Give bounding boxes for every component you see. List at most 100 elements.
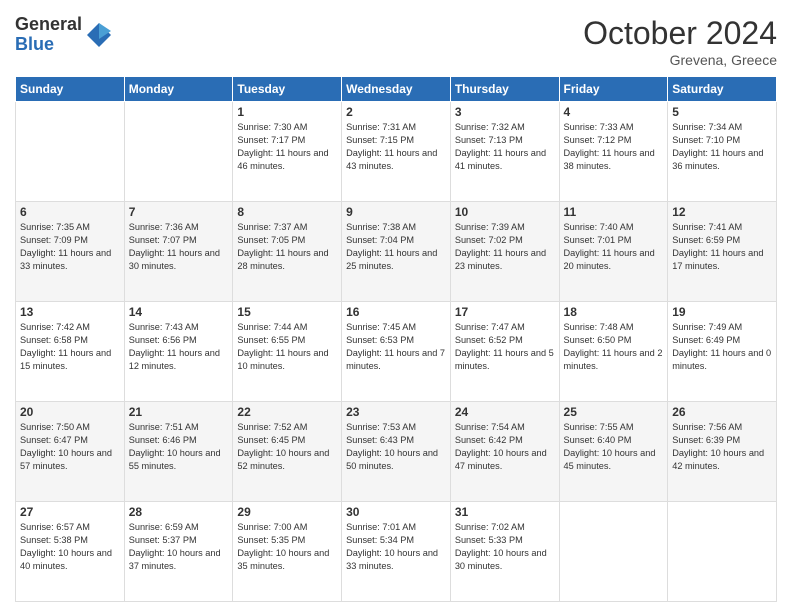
day-number: 25 xyxy=(564,405,664,419)
daylight-text: Daylight: 10 hours and 30 minutes. xyxy=(455,548,547,571)
daylight-text: Daylight: 10 hours and 55 minutes. xyxy=(129,448,221,471)
calendar-week-row: 6 Sunrise: 7:35 AM Sunset: 7:09 PM Dayli… xyxy=(16,202,777,302)
day-number: 22 xyxy=(237,405,337,419)
day-info: Sunrise: 7:49 AM Sunset: 6:49 PM Dayligh… xyxy=(672,321,772,373)
daylight-text: Daylight: 11 hours and 28 minutes. xyxy=(237,248,328,271)
daylight-text: Daylight: 11 hours and 38 minutes. xyxy=(564,148,655,171)
weekday-header: Thursday xyxy=(450,77,559,102)
day-info: Sunrise: 6:57 AM Sunset: 5:38 PM Dayligh… xyxy=(20,521,120,573)
sunset-text: Sunset: 7:13 PM xyxy=(455,135,523,145)
sunrise-text: Sunrise: 7:48 AM xyxy=(564,322,634,332)
sunset-text: Sunset: 5:33 PM xyxy=(455,535,523,545)
calendar-cell: 14 Sunrise: 7:43 AM Sunset: 6:56 PM Dayl… xyxy=(124,302,233,402)
calendar-cell: 15 Sunrise: 7:44 AM Sunset: 6:55 PM Dayl… xyxy=(233,302,342,402)
sunrise-text: Sunrise: 7:55 AM xyxy=(564,422,634,432)
sunrise-text: Sunrise: 7:34 AM xyxy=(672,122,742,132)
daylight-text: Daylight: 10 hours and 35 minutes. xyxy=(237,548,329,571)
sunset-text: Sunset: 6:56 PM xyxy=(129,335,197,345)
daylight-text: Daylight: 10 hours and 50 minutes. xyxy=(346,448,438,471)
day-number: 26 xyxy=(672,405,772,419)
calendar-cell xyxy=(668,502,777,602)
calendar-cell: 1 Sunrise: 7:30 AM Sunset: 7:17 PM Dayli… xyxy=(233,102,342,202)
calendar-cell: 27 Sunrise: 6:57 AM Sunset: 5:38 PM Dayl… xyxy=(16,502,125,602)
calendar-cell: 3 Sunrise: 7:32 AM Sunset: 7:13 PM Dayli… xyxy=(450,102,559,202)
sunset-text: Sunset: 6:40 PM xyxy=(564,435,632,445)
daylight-text: Daylight: 10 hours and 47 minutes. xyxy=(455,448,547,471)
sunrise-text: Sunrise: 7:42 AM xyxy=(20,322,90,332)
calendar-week-row: 1 Sunrise: 7:30 AM Sunset: 7:17 PM Dayli… xyxy=(16,102,777,202)
day-info: Sunrise: 7:37 AM Sunset: 7:05 PM Dayligh… xyxy=(237,221,337,273)
day-info: Sunrise: 7:35 AM Sunset: 7:09 PM Dayligh… xyxy=(20,221,120,273)
day-number: 5 xyxy=(672,105,772,119)
daylight-text: Daylight: 11 hours and 25 minutes. xyxy=(346,248,437,271)
day-number: 31 xyxy=(455,505,555,519)
title-block: October 2024 Grevena, Greece xyxy=(583,15,777,68)
sunrise-text: Sunrise: 7:02 AM xyxy=(455,522,525,532)
day-number: 10 xyxy=(455,205,555,219)
logo-general-text: General xyxy=(15,15,82,35)
weekday-header: Tuesday xyxy=(233,77,342,102)
sunset-text: Sunset: 6:47 PM xyxy=(20,435,88,445)
sunset-text: Sunset: 6:46 PM xyxy=(129,435,197,445)
sunset-text: Sunset: 6:49 PM xyxy=(672,335,740,345)
month-title: October 2024 xyxy=(583,15,777,52)
sunset-text: Sunset: 7:04 PM xyxy=(346,235,414,245)
sunset-text: Sunset: 7:09 PM xyxy=(20,235,88,245)
day-number: 16 xyxy=(346,305,446,319)
sunrise-text: Sunrise: 7:44 AM xyxy=(237,322,307,332)
calendar-cell: 25 Sunrise: 7:55 AM Sunset: 6:40 PM Dayl… xyxy=(559,402,668,502)
sunrise-text: Sunrise: 7:47 AM xyxy=(455,322,525,332)
calendar-cell: 19 Sunrise: 7:49 AM Sunset: 6:49 PM Dayl… xyxy=(668,302,777,402)
day-number: 2 xyxy=(346,105,446,119)
calendar-cell: 23 Sunrise: 7:53 AM Sunset: 6:43 PM Dayl… xyxy=(342,402,451,502)
calendar-cell: 12 Sunrise: 7:41 AM Sunset: 6:59 PM Dayl… xyxy=(668,202,777,302)
calendar-cell: 30 Sunrise: 7:01 AM Sunset: 5:34 PM Dayl… xyxy=(342,502,451,602)
calendar-cell: 20 Sunrise: 7:50 AM Sunset: 6:47 PM Dayl… xyxy=(16,402,125,502)
calendar-cell: 24 Sunrise: 7:54 AM Sunset: 6:42 PM Dayl… xyxy=(450,402,559,502)
calendar-cell: 16 Sunrise: 7:45 AM Sunset: 6:53 PM Dayl… xyxy=(342,302,451,402)
sunset-text: Sunset: 7:10 PM xyxy=(672,135,740,145)
sunrise-text: Sunrise: 7:32 AM xyxy=(455,122,525,132)
page-header: General Blue October 2024 Grevena, Greec… xyxy=(15,15,777,68)
sunrise-text: Sunrise: 7:37 AM xyxy=(237,222,307,232)
sunset-text: Sunset: 7:17 PM xyxy=(237,135,305,145)
weekday-header: Wednesday xyxy=(342,77,451,102)
daylight-text: Daylight: 11 hours and 15 minutes. xyxy=(20,348,111,371)
calendar-cell: 8 Sunrise: 7:37 AM Sunset: 7:05 PM Dayli… xyxy=(233,202,342,302)
sunset-text: Sunset: 6:58 PM xyxy=(20,335,88,345)
weekday-header: Monday xyxy=(124,77,233,102)
calendar-cell: 4 Sunrise: 7:33 AM Sunset: 7:12 PM Dayli… xyxy=(559,102,668,202)
daylight-text: Daylight: 11 hours and 20 minutes. xyxy=(564,248,655,271)
calendar-cell: 31 Sunrise: 7:02 AM Sunset: 5:33 PM Dayl… xyxy=(450,502,559,602)
daylight-text: Daylight: 10 hours and 33 minutes. xyxy=(346,548,438,571)
daylight-text: Daylight: 10 hours and 37 minutes. xyxy=(129,548,221,571)
sunset-text: Sunset: 6:53 PM xyxy=(346,335,414,345)
sunset-text: Sunset: 7:15 PM xyxy=(346,135,414,145)
day-number: 8 xyxy=(237,205,337,219)
calendar-week-row: 27 Sunrise: 6:57 AM Sunset: 5:38 PM Dayl… xyxy=(16,502,777,602)
day-number: 18 xyxy=(564,305,664,319)
calendar-cell xyxy=(16,102,125,202)
daylight-text: Daylight: 11 hours and 43 minutes. xyxy=(346,148,437,171)
sunset-text: Sunset: 6:45 PM xyxy=(237,435,305,445)
calendar-cell: 7 Sunrise: 7:36 AM Sunset: 7:07 PM Dayli… xyxy=(124,202,233,302)
sunrise-text: Sunrise: 6:57 AM xyxy=(20,522,90,532)
sunrise-text: Sunrise: 7:53 AM xyxy=(346,422,416,432)
sunset-text: Sunset: 5:37 PM xyxy=(129,535,197,545)
calendar-cell: 11 Sunrise: 7:40 AM Sunset: 7:01 PM Dayl… xyxy=(559,202,668,302)
calendar-cell: 13 Sunrise: 7:42 AM Sunset: 6:58 PM Dayl… xyxy=(16,302,125,402)
daylight-text: Daylight: 11 hours and 5 minutes. xyxy=(455,348,554,371)
daylight-text: Daylight: 10 hours and 42 minutes. xyxy=(672,448,764,471)
sunset-text: Sunset: 7:12 PM xyxy=(564,135,632,145)
sunset-text: Sunset: 5:35 PM xyxy=(237,535,305,545)
daylight-text: Daylight: 11 hours and 12 minutes. xyxy=(129,348,220,371)
sunrise-text: Sunrise: 7:30 AM xyxy=(237,122,307,132)
sunrise-text: Sunrise: 7:40 AM xyxy=(564,222,634,232)
day-info: Sunrise: 7:34 AM Sunset: 7:10 PM Dayligh… xyxy=(672,121,772,173)
day-number: 9 xyxy=(346,205,446,219)
daylight-text: Daylight: 11 hours and 7 minutes. xyxy=(346,348,445,371)
calendar-cell: 22 Sunrise: 7:52 AM Sunset: 6:45 PM Dayl… xyxy=(233,402,342,502)
day-info: Sunrise: 7:40 AM Sunset: 7:01 PM Dayligh… xyxy=(564,221,664,273)
day-info: Sunrise: 7:00 AM Sunset: 5:35 PM Dayligh… xyxy=(237,521,337,573)
sunset-text: Sunset: 6:50 PM xyxy=(564,335,632,345)
